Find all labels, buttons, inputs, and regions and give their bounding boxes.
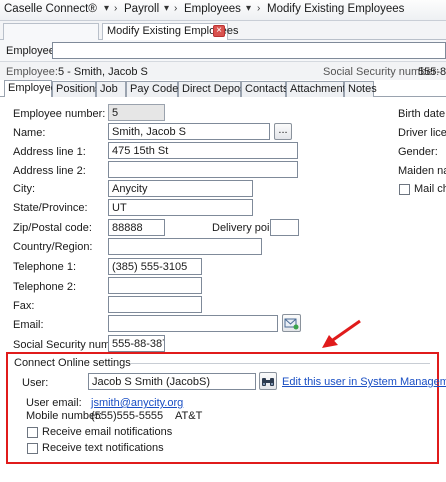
maiden-name-label: Maiden nam xyxy=(398,165,446,177)
country-label: Country/Region: xyxy=(13,241,93,253)
document-tab-bar: Modify Existing Employees × xyxy=(0,21,446,40)
country-field[interactable] xyxy=(108,238,262,255)
tab-blank[interactable] xyxy=(3,23,99,40)
gender-label: Gender: xyxy=(398,146,438,158)
employee-lookup-label: Employee: xyxy=(6,45,58,57)
email-icon xyxy=(284,318,299,330)
city-field[interactable]: Anycity xyxy=(108,180,253,197)
employee-summary-row: Employee: 5 - Smith, Jacob S Social Secu… xyxy=(0,62,446,80)
tab-attachments[interactable]: Attachments xyxy=(286,81,351,97)
breadcrumb-employees[interactable]: Employees xyxy=(184,3,241,15)
edit-user-link[interactable]: Edit this user in System Management xyxy=(282,375,446,389)
zip-label: Zip/Postal code: xyxy=(13,222,92,234)
email-label: Email: xyxy=(13,319,44,331)
tab-direct-deposit[interactable]: Direct Deposit xyxy=(178,81,251,97)
receive-text-label: Receive text notifications xyxy=(42,442,164,454)
fax-label: Fax: xyxy=(13,300,35,312)
state-label: State/Province: xyxy=(13,202,88,214)
user-lookup-button[interactable] xyxy=(259,372,277,390)
city-label: City: xyxy=(13,183,35,195)
summary-employee-value: 5 - Smith, Jacob S xyxy=(58,66,148,78)
zip-field[interactable]: 88888 xyxy=(108,219,165,236)
name-ellipsis-button[interactable]: ... xyxy=(274,123,292,140)
user-field[interactable]: Jacob S Smith (JacobS) xyxy=(88,373,256,390)
tab-modify-existing-employees[interactable]: Modify Existing Employees xyxy=(102,23,238,40)
mobile-carrier-value: AT&T xyxy=(175,410,203,422)
dropdown-arrow-icon[interactable]: ▾ xyxy=(104,3,109,14)
send-email-button[interactable] xyxy=(282,314,301,332)
mail-check-checkbox[interactable] xyxy=(399,184,410,195)
employee-number-label: Employee number: xyxy=(13,108,106,120)
chevron-right-icon: › xyxy=(174,3,178,14)
breadcrumb-modify-existing-employees: Modify Existing Employees xyxy=(267,3,405,15)
binoculars-icon xyxy=(262,378,274,386)
tab-notes[interactable]: Notes xyxy=(344,81,377,97)
chevron-right-icon: › xyxy=(257,3,261,14)
user-email-link[interactable]: jsmith@anycity.org xyxy=(91,396,183,410)
summary-ssn-value: 555-88 xyxy=(418,66,446,78)
receive-text-checkbox[interactable] xyxy=(27,443,38,454)
address-line-2-label: Address line 2: xyxy=(13,165,86,177)
employee-number-field: 5 xyxy=(108,104,165,121)
telephone-2-field[interactable] xyxy=(108,277,202,294)
state-field[interactable]: UT xyxy=(108,199,253,216)
mail-check-label: Mail che xyxy=(414,183,446,195)
dropdown-arrow-icon[interactable]: ▾ xyxy=(164,3,169,14)
address-line-1-field[interactable]: 475 15th St xyxy=(108,142,298,159)
telephone-1-label: Telephone 1: xyxy=(13,261,76,273)
employee-lookup-row: Employee: xyxy=(0,40,446,62)
summary-employee-label: Employee: xyxy=(6,66,58,78)
section-tab-bar: Employee Positions Job Pay Codes Direct … xyxy=(0,80,446,97)
close-icon[interactable]: × xyxy=(213,25,225,37)
breadcrumb-caselle-connect[interactable]: Caselle Connect® xyxy=(4,3,97,15)
telephone-2-label: Telephone 2: xyxy=(13,281,76,293)
email-field[interactable] xyxy=(108,315,278,332)
tab-employee[interactable]: Employee xyxy=(4,80,57,97)
employee-lookup-input[interactable] xyxy=(52,42,446,59)
name-field[interactable]: Smith, Jacob S xyxy=(108,123,270,140)
fax-field[interactable] xyxy=(108,296,202,313)
receive-email-checkbox[interactable] xyxy=(27,427,38,438)
breadcrumb-payroll[interactable]: Payroll xyxy=(124,3,159,15)
tab-job[interactable]: Job xyxy=(96,81,126,97)
telephone-1-field[interactable]: (385) 555-3105 xyxy=(108,258,202,275)
address-line-2-field[interactable] xyxy=(108,161,298,178)
user-label: User: xyxy=(22,377,49,389)
group-divider xyxy=(130,363,430,364)
mobile-number-value: (555)555-5555 xyxy=(91,410,164,422)
delivery-point-field[interactable] xyxy=(270,219,299,236)
drivers-license-label: Driver licens xyxy=(398,127,446,139)
tab-pay-codes[interactable]: Pay Codes xyxy=(126,81,184,97)
red-arrow-icon xyxy=(322,319,361,348)
breadcrumb: Caselle Connect® ▾ › Payroll ▾ › Employe… xyxy=(0,0,446,21)
user-email-label: User email: xyxy=(26,397,82,409)
birth-date-label: Birth date: xyxy=(398,108,446,120)
receive-email-label: Receive email notifications xyxy=(42,426,173,438)
ssn-field[interactable]: 555-88-3878 xyxy=(108,335,165,352)
tab-contacts[interactable]: Contacts xyxy=(241,81,288,97)
tab-positions[interactable]: Positions xyxy=(52,81,101,97)
chevron-right-icon: › xyxy=(114,3,118,14)
address-line-1-label: Address line 1: xyxy=(13,146,86,158)
connect-online-title: Connect Online settings xyxy=(14,357,131,369)
name-label: Name: xyxy=(13,127,46,139)
dropdown-arrow-icon[interactable]: ▾ xyxy=(246,3,251,14)
